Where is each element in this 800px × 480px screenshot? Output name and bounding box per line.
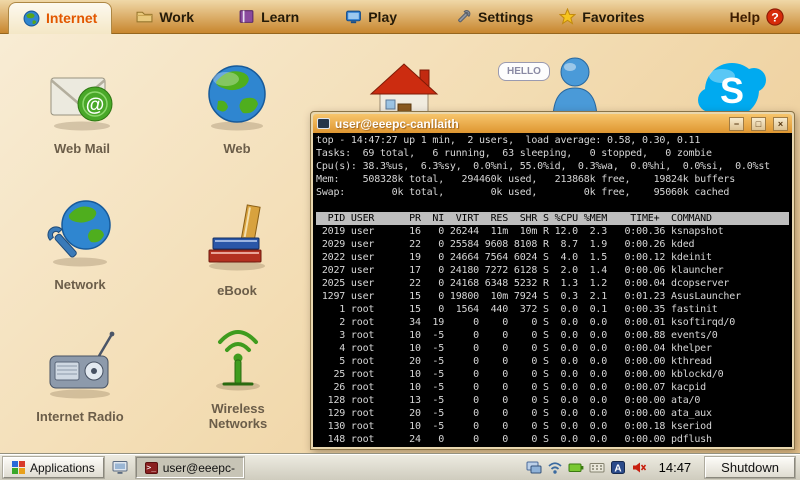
icon-label: Web Mail — [54, 141, 110, 156]
terminal-task-icon: >_ — [145, 462, 158, 474]
top-summary-line: Cpu(s): 38.3%us, 6.3%sy, 0.0%ni, 55.0%id… — [316, 160, 789, 173]
help-button[interactable]: Help ? — [720, 0, 794, 34]
close-button[interactable]: × — [773, 117, 788, 131]
display-icon[interactable] — [526, 460, 542, 475]
keyboard-icon[interactable] — [589, 460, 605, 475]
task-label: user@eeepc- — [163, 461, 235, 475]
process-row: 5 root 20 -5 0 0 0 S 0.0 0.0 0:00.00 kth… — [316, 355, 789, 368]
top-summary-line: Tasks: 69 total, 6 running, 63 sleeping,… — [316, 147, 789, 160]
desktop-icon-wireless-networks[interactable]: Wireless Networks — [174, 320, 302, 431]
eee-pc-easy-mode-desktop: Internet Work Learn Play — [0, 0, 800, 480]
tab-settings[interactable]: Settings — [445, 0, 543, 34]
process-row: 129 root 20 -5 0 0 0 S 0.0 0.0 0:00.00 a… — [316, 407, 789, 420]
applications-menu-icon — [12, 461, 25, 474]
system-tray: A — [526, 460, 647, 475]
icon-label: Wireless Networks — [197, 401, 279, 431]
battery-icon[interactable] — [568, 460, 584, 475]
terminal-titlebar[interactable]: user@eeepc-canllaith − □ × — [313, 114, 792, 133]
process-row: 25 root 10 -5 0 0 0 S 0.0 0.0 0:00.00 kb… — [316, 368, 789, 381]
tab-label: Internet — [46, 10, 97, 26]
maximize-button[interactable]: □ — [751, 117, 766, 131]
tab-label: Play — [368, 9, 397, 25]
ebook-icon — [199, 200, 275, 276]
tab-bar: Internet Work Learn Play — [0, 0, 800, 34]
desktop: @ Web Mail Web — [0, 34, 800, 454]
process-row: 1 root 15 0 1564 440 372 S 0.0 0.1 0:00.… — [316, 303, 789, 316]
process-row: 1297 user 15 0 19800 10m 7924 S 0.3 2.1 … — [316, 290, 789, 303]
hello-text: HELLO — [507, 66, 541, 77]
process-row: 4 root 10 -5 0 0 0 S 0.0 0.0 0:00.04 khe… — [316, 342, 789, 355]
terminal-icon — [317, 118, 330, 129]
process-row: 2027 user 17 0 24180 7272 6128 S 2.0 1.4… — [316, 264, 789, 277]
tab-internet[interactable]: Internet — [8, 2, 112, 34]
at-glyph: @ — [86, 95, 105, 116]
webmail-icon: @ — [44, 58, 120, 134]
skype-letter: S — [720, 70, 744, 111]
tab-label: Favorites — [582, 9, 644, 25]
tab-label: Settings — [478, 9, 533, 25]
tab-label: Learn — [261, 9, 299, 25]
clock: 14:47 — [659, 460, 692, 475]
terminal-output[interactable]: top - 14:47:27 up 1 min, 2 users, load a… — [313, 133, 792, 447]
top-summary-line: Mem: 508328k total, 294460k used, 213868… — [316, 173, 789, 186]
show-desktop-button[interactable] — [109, 457, 131, 478]
tab-label: Work — [159, 9, 194, 25]
top-summary-line: Swap: 0k total, 0k used, 0k free, 95060k… — [316, 186, 789, 199]
desktop-icon-network[interactable]: Network — [12, 194, 148, 292]
svg-text:?: ? — [771, 10, 779, 24]
desktop-icon-ebook[interactable]: eBook — [180, 200, 294, 298]
show-desktop-icon — [112, 460, 128, 475]
desktop-icon-web-mail[interactable]: @ Web Mail — [22, 58, 142, 156]
shutdown-button[interactable]: Shutdown — [705, 457, 795, 478]
desktop-icon-web[interactable]: Web — [180, 58, 294, 156]
minimize-button[interactable]: − — [729, 117, 744, 131]
wrench-icon — [455, 8, 472, 25]
window-title: user@eeepc-canllaith — [335, 117, 722, 131]
book-icon — [238, 8, 255, 25]
shutdown-label: Shutdown — [721, 460, 779, 475]
process-row: 2025 user 22 0 24168 6348 5232 R 1.3 1.2… — [316, 277, 789, 290]
taskbar-task-terminal[interactable]: >_ user@eeepc- — [136, 457, 244, 478]
terminal-window: user@eeepc-canllaith − □ × top - 14:47:2… — [310, 111, 795, 450]
wireless-networks-icon — [200, 320, 276, 394]
tab-play[interactable]: Play — [335, 0, 407, 34]
top-summary-line: top - 14:47:27 up 1 min, 2 users, load a… — [316, 134, 789, 147]
network-icon — [42, 194, 118, 270]
process-row: 2 root 34 19 0 0 0 S 0.0 0.0 0:00.01 kso… — [316, 316, 789, 329]
wifi-icon[interactable] — [547, 460, 563, 475]
media-icon — [345, 8, 362, 25]
icon-label: eBook — [217, 283, 257, 298]
applications-label: Applications — [30, 461, 95, 475]
process-row: 2022 user 19 0 24664 7564 6024 S 4.0 1.5… — [316, 251, 789, 264]
icon-label: Internet Radio — [36, 409, 123, 424]
help-label: Help — [730, 9, 760, 25]
process-row: 128 root 13 -5 0 0 0 S 0.0 0.0 0:00.00 a… — [316, 394, 789, 407]
tab-work[interactable]: Work — [126, 0, 204, 34]
process-row: 2019 user 16 0 26244 11m 10m R 12.0 2.3 … — [316, 225, 789, 238]
desktop-icon-internet-radio[interactable]: Internet Radio — [8, 326, 152, 424]
hello-speech-bubble: HELLO — [498, 62, 550, 81]
icon-label: Web — [223, 141, 250, 156]
muted-speaker-icon[interactable] — [631, 460, 647, 475]
internet-radio-icon — [41, 326, 119, 402]
applications-button[interactable]: Applications — [3, 457, 104, 478]
tab-learn[interactable]: Learn — [228, 0, 309, 34]
process-row: 148 root 24 0 0 0 0 S 0.0 0.0 0:00.00 pd… — [316, 433, 789, 446]
question-icon: ? — [766, 8, 784, 26]
blank-line — [316, 199, 789, 212]
process-row: 2029 user 22 0 25584 9608 8108 R 8.7 1.9… — [316, 238, 789, 251]
process-row: 130 root 10 -5 0 0 0 S 0.0 0.0 0:00.18 k… — [316, 420, 789, 433]
star-icon — [559, 8, 576, 25]
taskbar: Applications >_ user@eeepc- — [0, 454, 800, 480]
process-row: 26 root 10 -5 0 0 0 S 0.0 0.0 0:00.07 ka… — [316, 381, 789, 394]
web-globe-icon — [199, 58, 275, 134]
process-row: 3 root 10 -5 0 0 0 S 0.0 0.0 0:00.88 eve… — [316, 329, 789, 342]
process-table-header: PID USER PR NI VIRT RES SHR S %CPU %MEM … — [316, 212, 789, 225]
tab-favorites[interactable]: Favorites — [549, 0, 654, 34]
icon-label: Network — [54, 277, 105, 292]
globe-icon — [23, 10, 40, 27]
folder-icon — [136, 8, 153, 25]
input-method-icon[interactable]: A — [610, 460, 626, 475]
input-letter: A — [614, 464, 621, 475]
